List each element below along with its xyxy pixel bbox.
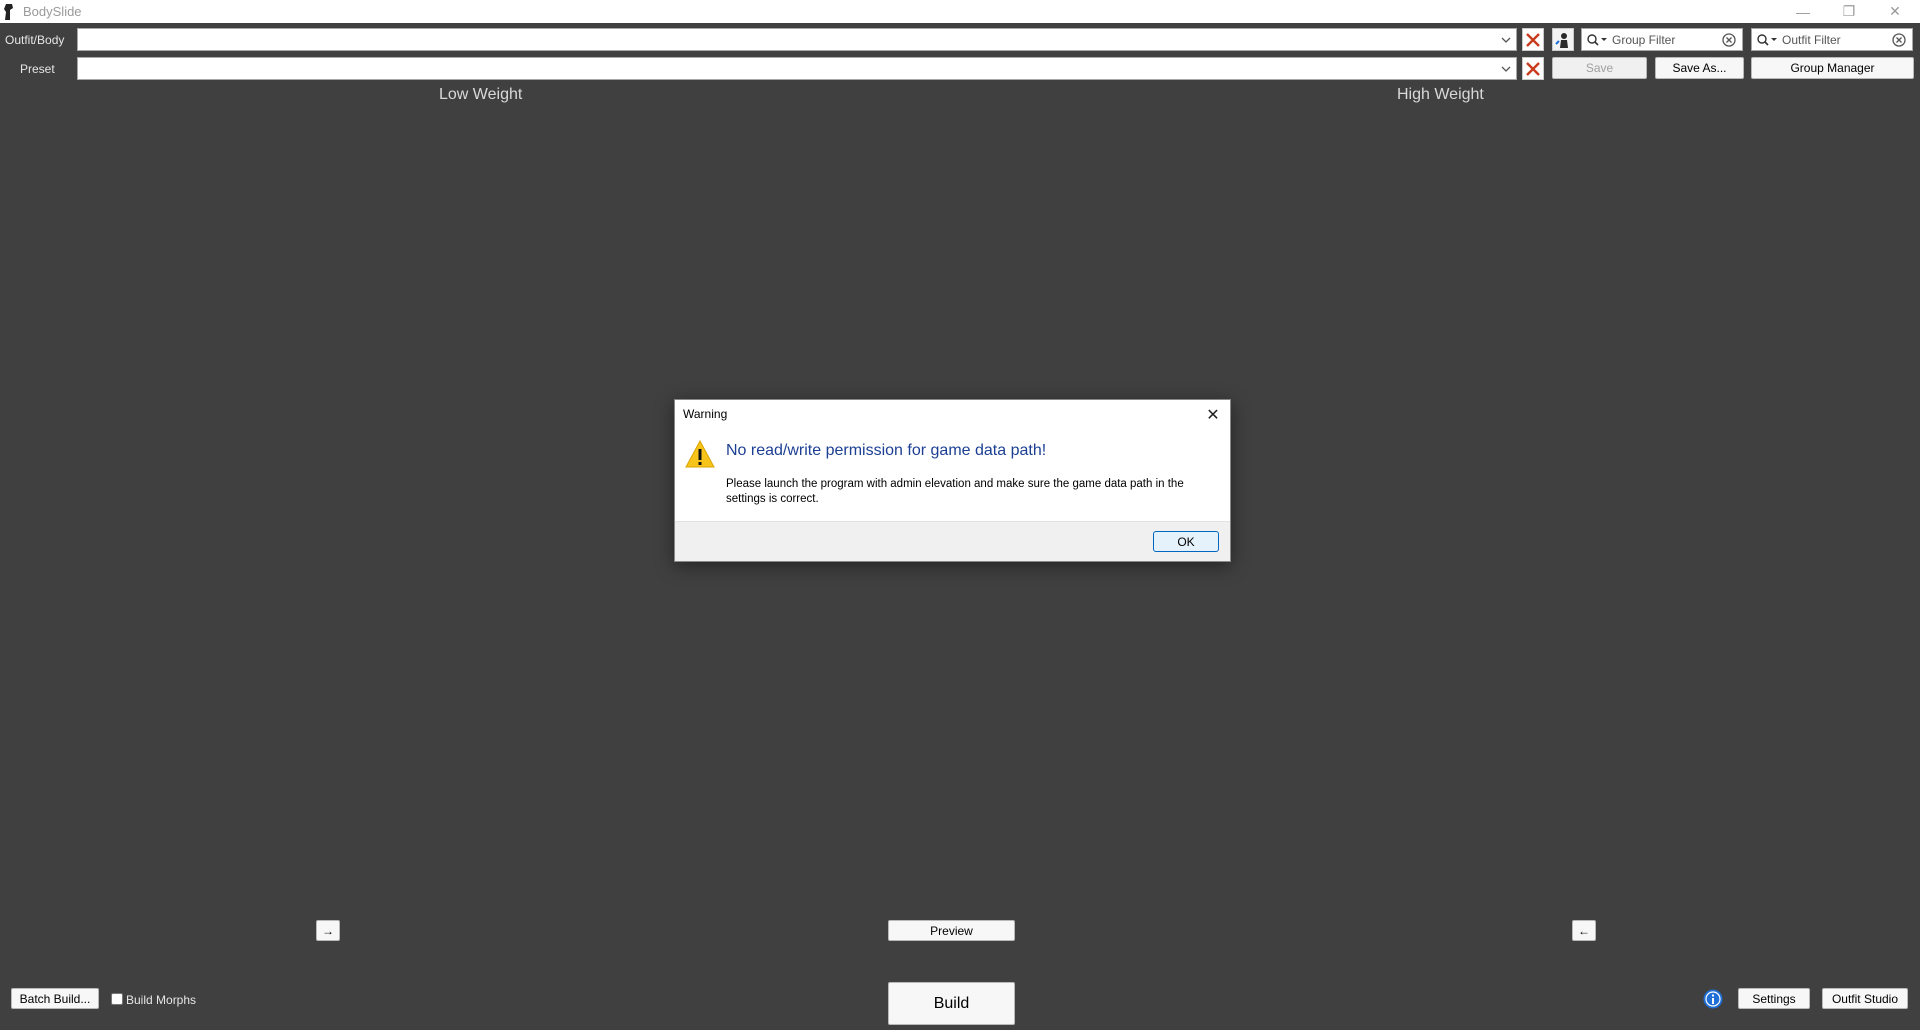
bodyslide-logo-icon bbox=[4, 4, 14, 20]
save-preset-button[interactable]: Save bbox=[1552, 57, 1647, 79]
warning-icon bbox=[685, 440, 715, 468]
outfit-body-combobox[interactable] bbox=[77, 28, 1517, 51]
preset-combobox[interactable] bbox=[77, 57, 1517, 80]
batch-build-button[interactable]: Batch Build... bbox=[11, 988, 99, 1009]
dialog-close-button[interactable]: ✕ bbox=[1202, 405, 1224, 425]
outfit-select-button[interactable] bbox=[1552, 28, 1574, 51]
copy-to-high-button[interactable]: → bbox=[316, 920, 340, 941]
build-button[interactable]: Build bbox=[888, 982, 1015, 1025]
info-icon bbox=[1703, 989, 1723, 1009]
clear-filter-icon[interactable] bbox=[1722, 33, 1736, 47]
clear-filter-icon[interactable] bbox=[1892, 33, 1906, 47]
high-weight-heading: High Weight bbox=[1397, 86, 1484, 103]
group-filter-input[interactable]: Group Filter bbox=[1581, 28, 1743, 51]
search-dropdown-icon bbox=[1587, 34, 1607, 46]
copy-to-low-button[interactable]: ← bbox=[1572, 920, 1596, 941]
clear-outfit-button[interactable] bbox=[1522, 28, 1544, 51]
chevron-down-icon bbox=[1500, 62, 1512, 74]
preview-button[interactable]: Preview bbox=[888, 920, 1015, 941]
save-as-button[interactable]: Save As... bbox=[1655, 57, 1744, 79]
outfit-body-label: Outfit/Body bbox=[5, 33, 65, 47]
close-window-button[interactable]: ✕ bbox=[1872, 0, 1918, 23]
warning-dialog: Warning ✕ No read/write permission for g… bbox=[674, 399, 1231, 562]
dialog-heading: No read/write permission for game data p… bbox=[726, 442, 1047, 459]
outfit-filter-input[interactable]: Outfit Filter bbox=[1751, 28, 1913, 51]
preset-label: Preset bbox=[20, 62, 55, 76]
dialog-footer: OK bbox=[675, 521, 1230, 561]
chevron-down-icon bbox=[1500, 33, 1512, 45]
window-title: BodySlide bbox=[23, 4, 82, 19]
dialog-message: Please launch the program with admin ele… bbox=[726, 478, 1184, 505]
dialog-title: Warning bbox=[683, 407, 728, 421]
person-icon bbox=[1555, 32, 1568, 48]
group-manager-button[interactable]: Group Manager bbox=[1751, 57, 1914, 79]
build-morphs-label: Build Morphs bbox=[126, 993, 197, 1007]
outfit-filter-placeholder: Outfit Filter bbox=[1782, 33, 1841, 47]
search-dropdown-icon bbox=[1757, 34, 1777, 46]
group-filter-placeholder: Group Filter bbox=[1612, 33, 1676, 47]
settings-button[interactable]: Settings bbox=[1738, 988, 1810, 1009]
clear-x-icon bbox=[1526, 61, 1540, 76]
clear-preset-button[interactable] bbox=[1522, 57, 1544, 80]
maximize-button[interactable]: ❐ bbox=[1826, 0, 1872, 23]
outfit-studio-button[interactable]: Outfit Studio bbox=[1822, 988, 1908, 1009]
ok-button[interactable]: OK bbox=[1153, 531, 1219, 552]
minimize-button[interactable]: — bbox=[1780, 0, 1826, 23]
info-button[interactable] bbox=[1702, 989, 1724, 1009]
title-bar: BodySlide — ❐ ✕ bbox=[0, 0, 1920, 23]
clear-x-icon bbox=[1526, 32, 1540, 47]
build-morphs-checkbox[interactable] bbox=[111, 993, 123, 1005]
low-weight-heading: Low Weight bbox=[439, 86, 523, 103]
